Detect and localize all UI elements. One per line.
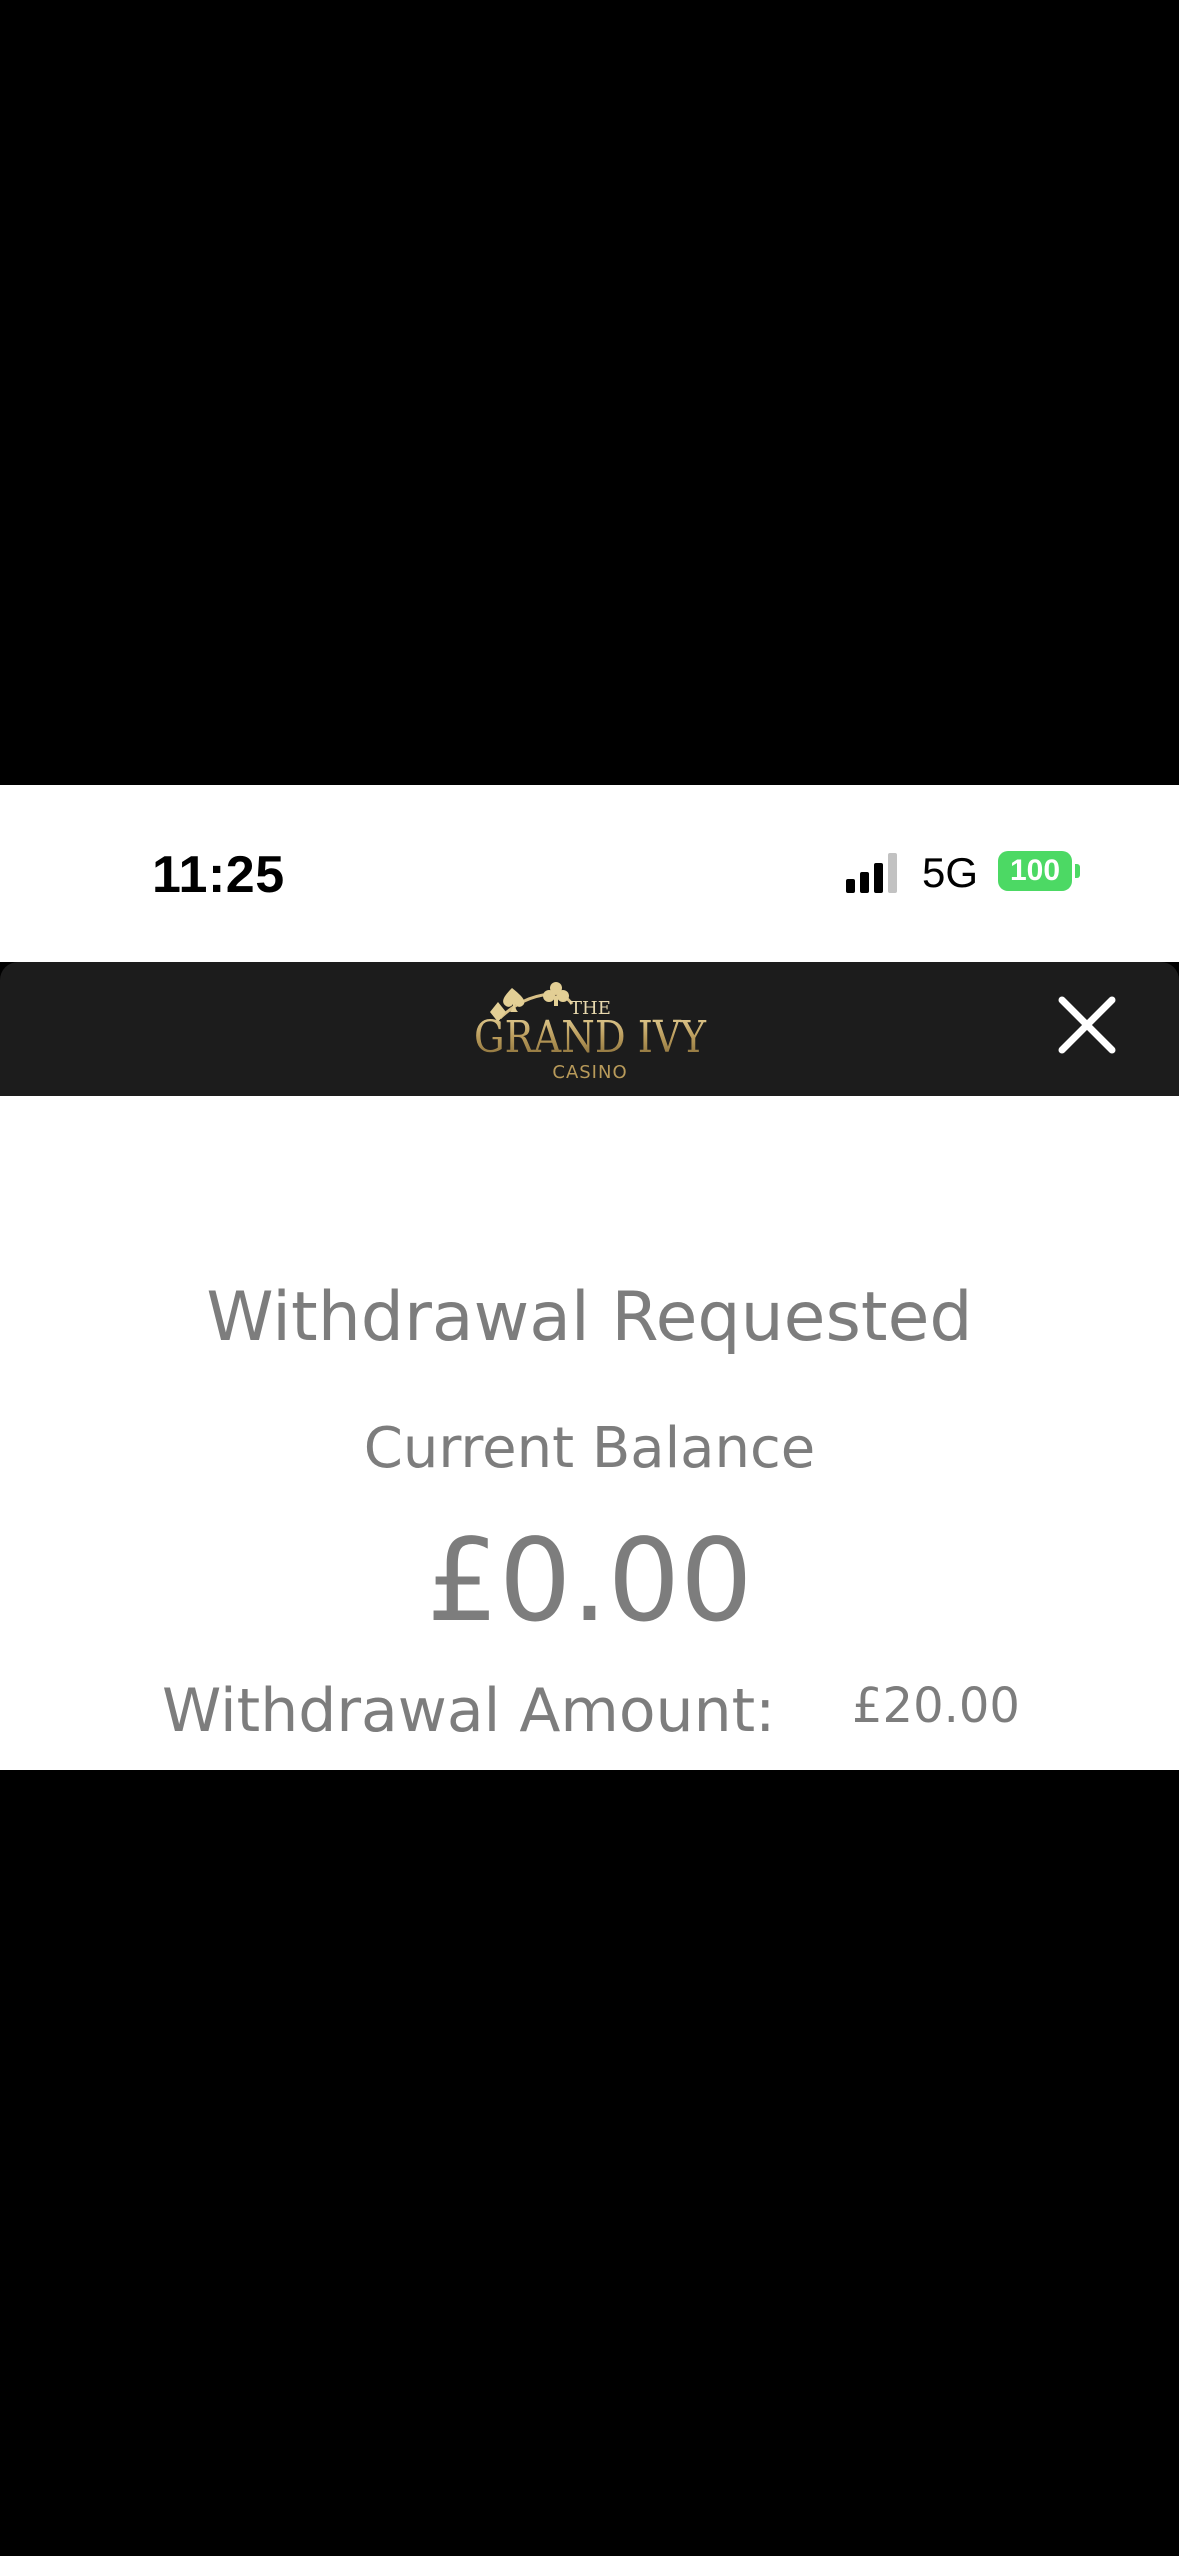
withdrawal-panel: Withdrawal Requested Current Balance £0.… [0,1096,1179,1770]
balance-value: £0.00 [426,1514,753,1647]
cellular-signal-icon [846,853,897,893]
withdrawal-amount-label: Withdrawal Amount: [162,1676,776,1746]
withdrawal-amount-value: £20.00 [852,1678,1020,1734]
close-icon[interactable] [1056,994,1118,1056]
svg-text:GRAND IVY: GRAND IVY [474,1012,707,1063]
balance-label: Current Balance [363,1416,816,1481]
grand-ivy-logo: THE GRAND IVY CASINO [474,982,707,1083]
battery-level: 100 [1009,854,1061,887]
bottom-letterbox [0,1770,1179,2556]
page-title: Withdrawal Requested [206,1278,973,1357]
top-letterbox [0,0,1179,785]
status-time: 11:25 [152,846,285,904]
battery-icon: 100 [998,851,1080,891]
status-bar: 11:25 5G 100 [0,785,1179,962]
svg-text:CASINO: CASINO [552,1062,627,1083]
app-header: THE GRAND IVY CASINO [0,962,1179,1096]
network-type: 5G [922,849,979,896]
